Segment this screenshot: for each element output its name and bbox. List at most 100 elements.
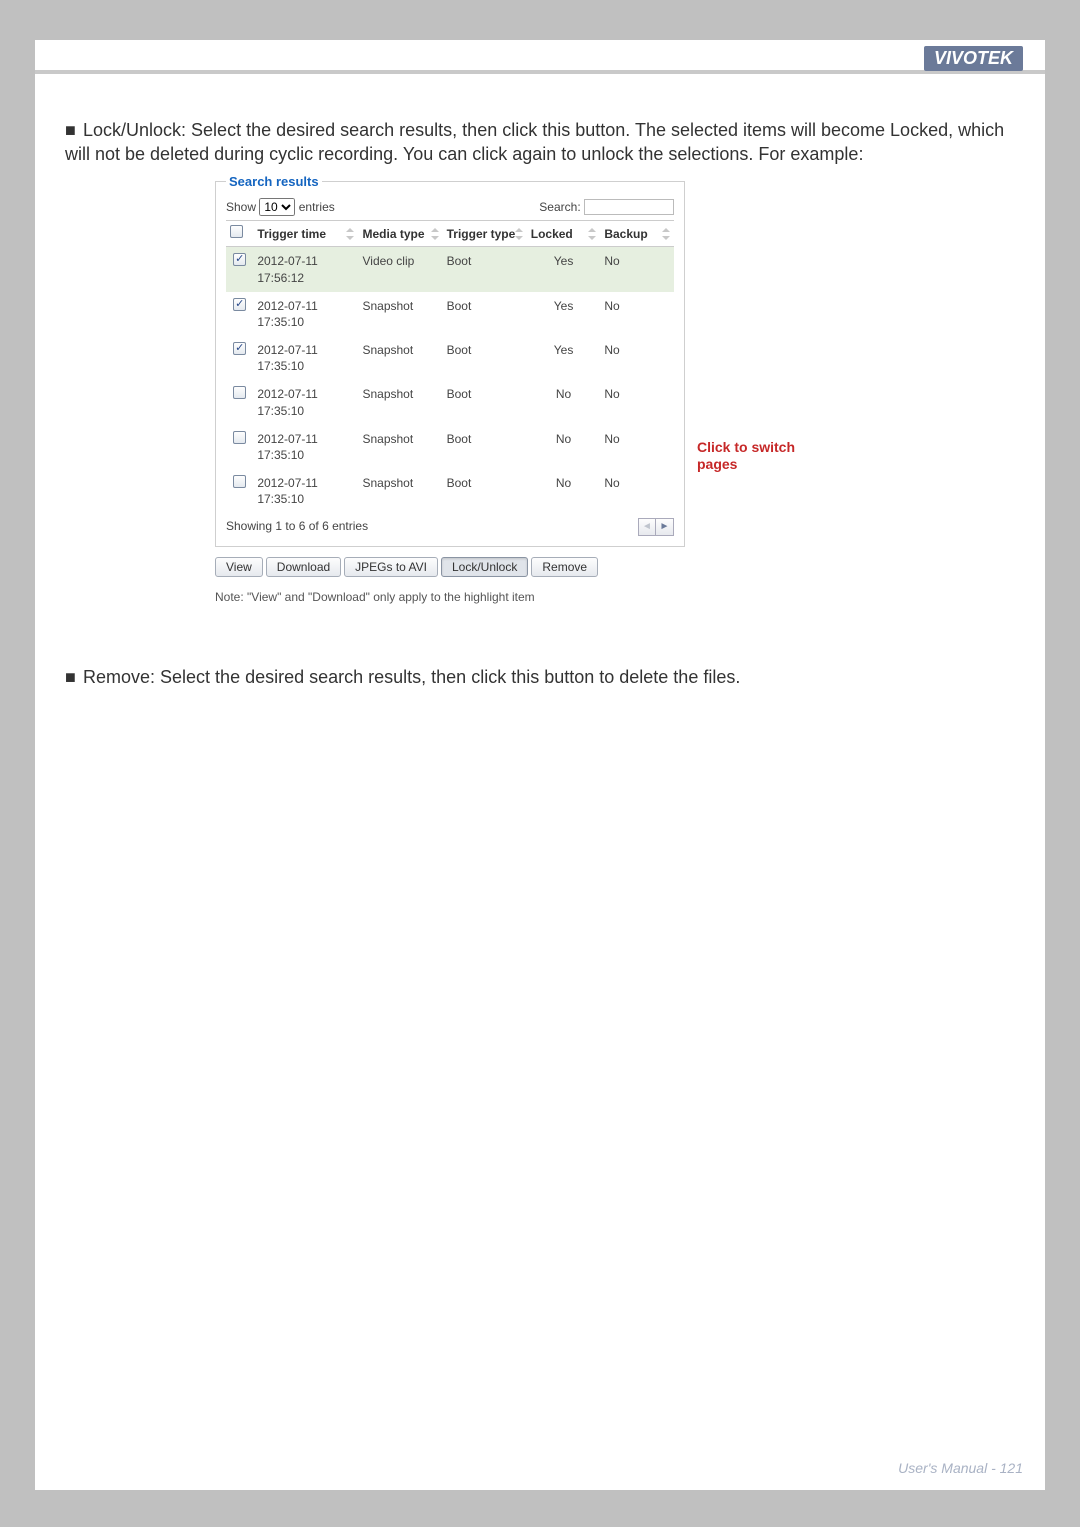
cell-backup: No xyxy=(600,469,674,513)
pager-prev-button[interactable]: ◄ xyxy=(638,518,656,536)
cell-trigger-time: 2012-07-1117:35:10 xyxy=(253,469,358,513)
col-trigger-type-label: Trigger type xyxy=(447,227,516,241)
sort-icon xyxy=(662,228,670,240)
sort-icon xyxy=(515,228,523,240)
view-button[interactable]: View xyxy=(215,557,263,577)
table-row[interactable]: 2012-07-1117:35:10SnapshotBootYesNo xyxy=(226,292,674,336)
cell-backup: No xyxy=(600,336,674,380)
bullet-icon: ■ xyxy=(65,665,83,689)
lock-unlock-paragraph: ■Lock/Unlock: Select the desired search … xyxy=(65,118,1015,167)
sort-icon xyxy=(588,228,596,240)
example-row: Search results Show 10 entries Search: xyxy=(215,173,1015,605)
jpegs-to-avi-button[interactable]: JPEGs to AVI xyxy=(344,557,438,577)
col-locked[interactable]: Locked xyxy=(527,221,601,247)
cell-trigger-type: Boot xyxy=(443,336,527,380)
select-all-checkbox[interactable] xyxy=(230,225,243,238)
cell-media-type: Snapshot xyxy=(358,469,442,513)
cell-trigger-time: 2012-07-1117:35:10 xyxy=(253,292,358,336)
cell-locked: No xyxy=(527,469,601,513)
sort-icon xyxy=(346,228,354,240)
action-buttons: View Download JPEGs to AVI Lock/Unlock R… xyxy=(215,557,685,577)
cell-locked: Yes xyxy=(527,336,601,380)
search-input[interactable] xyxy=(584,199,674,215)
note-text: Note: "View" and "Download" only apply t… xyxy=(215,589,685,605)
page-footer: User's Manual - 121 xyxy=(898,1460,1023,1476)
cell-trigger-type: Boot xyxy=(443,469,527,513)
sort-icon xyxy=(431,228,439,240)
cell-trigger-type: Boot xyxy=(443,425,527,469)
row-checkbox[interactable] xyxy=(233,431,246,444)
row-checkbox-cell xyxy=(226,425,253,469)
table-row[interactable]: 2012-07-1117:35:10SnapshotBootYesNo xyxy=(226,336,674,380)
cell-locked: No xyxy=(527,425,601,469)
table-row[interactable]: 2012-07-1117:56:12Video clipBootYesNo xyxy=(226,247,674,292)
table-header-row: Trigger time Media type Trigger type xyxy=(226,221,674,247)
switch-pages-callout: Click to switch pages xyxy=(697,439,837,474)
showing-text: Showing 1 to 6 of 6 entries xyxy=(226,518,368,534)
cell-media-type: Snapshot xyxy=(358,292,442,336)
row-checkbox-cell xyxy=(226,469,253,513)
table-footer: Showing 1 to 6 of 6 entries ◄ ► xyxy=(226,514,674,536)
panel-legend: Search results xyxy=(226,173,322,191)
remove-button[interactable]: Remove xyxy=(531,557,598,577)
col-checkbox xyxy=(226,221,253,247)
show-suffix: entries xyxy=(299,200,335,214)
header-bar: VIVOTEK xyxy=(35,40,1045,74)
bullet-icon: ■ xyxy=(65,118,83,142)
cell-trigger-time: 2012-07-1117:56:12 xyxy=(253,247,358,292)
download-button[interactable]: Download xyxy=(266,557,341,577)
col-trigger-time-label: Trigger time xyxy=(257,227,326,241)
results-panel-wrap: Search results Show 10 entries Search: xyxy=(215,173,685,605)
entries-select[interactable]: 10 xyxy=(259,198,295,216)
row-checkbox-cell xyxy=(226,380,253,424)
cell-media-type: Snapshot xyxy=(358,336,442,380)
row-checkbox[interactable] xyxy=(233,253,246,266)
cell-backup: No xyxy=(600,425,674,469)
cell-backup: No xyxy=(600,380,674,424)
lock-unlock-button[interactable]: Lock/Unlock xyxy=(441,557,528,577)
show-prefix: Show xyxy=(226,200,256,214)
table-row[interactable]: 2012-07-1117:35:10SnapshotBootNoNo xyxy=(226,380,674,424)
row-checkbox[interactable] xyxy=(233,475,246,488)
cell-locked: Yes xyxy=(527,292,601,336)
cell-locked: Yes xyxy=(527,247,601,292)
cell-backup: No xyxy=(600,247,674,292)
cell-trigger-type: Boot xyxy=(443,380,527,424)
col-locked-label: Locked xyxy=(531,227,573,241)
cell-media-type: Snapshot xyxy=(358,380,442,424)
cell-trigger-type: Boot xyxy=(443,292,527,336)
cell-trigger-time: 2012-07-1117:35:10 xyxy=(253,380,358,424)
table-top-controls: Show 10 entries Search: xyxy=(226,196,674,220)
brand-logo: VIVOTEK xyxy=(924,46,1023,71)
col-media-type-label: Media type xyxy=(362,227,424,241)
cell-backup: No xyxy=(600,292,674,336)
col-trigger-type[interactable]: Trigger type xyxy=(443,221,527,247)
lock-unlock-text: Lock/Unlock: Select the desired search r… xyxy=(65,120,1004,164)
row-checkbox-cell xyxy=(226,336,253,380)
row-checkbox[interactable] xyxy=(233,298,246,311)
search-results-panel: Search results Show 10 entries Search: xyxy=(215,173,685,547)
col-trigger-time[interactable]: Trigger time xyxy=(253,221,358,247)
col-media-type[interactable]: Media type xyxy=(358,221,442,247)
cell-media-type: Snapshot xyxy=(358,425,442,469)
cell-media-type: Video clip xyxy=(358,247,442,292)
show-entries: Show 10 entries xyxy=(226,198,335,216)
table-row[interactable]: 2012-07-1117:35:10SnapshotBootNoNo xyxy=(226,425,674,469)
cell-trigger-type: Boot xyxy=(443,247,527,292)
cell-trigger-time: 2012-07-1117:35:10 xyxy=(253,425,358,469)
remove-text: Remove: Select the desired search result… xyxy=(83,667,740,687)
results-table: Trigger time Media type Trigger type xyxy=(226,220,674,513)
pager: ◄ ► xyxy=(638,518,674,536)
search-box: Search: xyxy=(539,199,674,215)
pager-next-button[interactable]: ► xyxy=(656,518,674,536)
search-label: Search: xyxy=(539,200,580,214)
row-checkbox-cell xyxy=(226,292,253,336)
page: VIVOTEK ■Lock/Unlock: Select the desired… xyxy=(35,40,1045,1490)
table-row[interactable]: 2012-07-1117:35:10SnapshotBootNoNo xyxy=(226,469,674,513)
col-backup-label: Backup xyxy=(604,227,647,241)
col-backup[interactable]: Backup xyxy=(600,221,674,247)
row-checkbox[interactable] xyxy=(233,342,246,355)
row-checkbox[interactable] xyxy=(233,386,246,399)
cell-trigger-time: 2012-07-1117:35:10 xyxy=(253,336,358,380)
row-checkbox-cell xyxy=(226,247,253,292)
